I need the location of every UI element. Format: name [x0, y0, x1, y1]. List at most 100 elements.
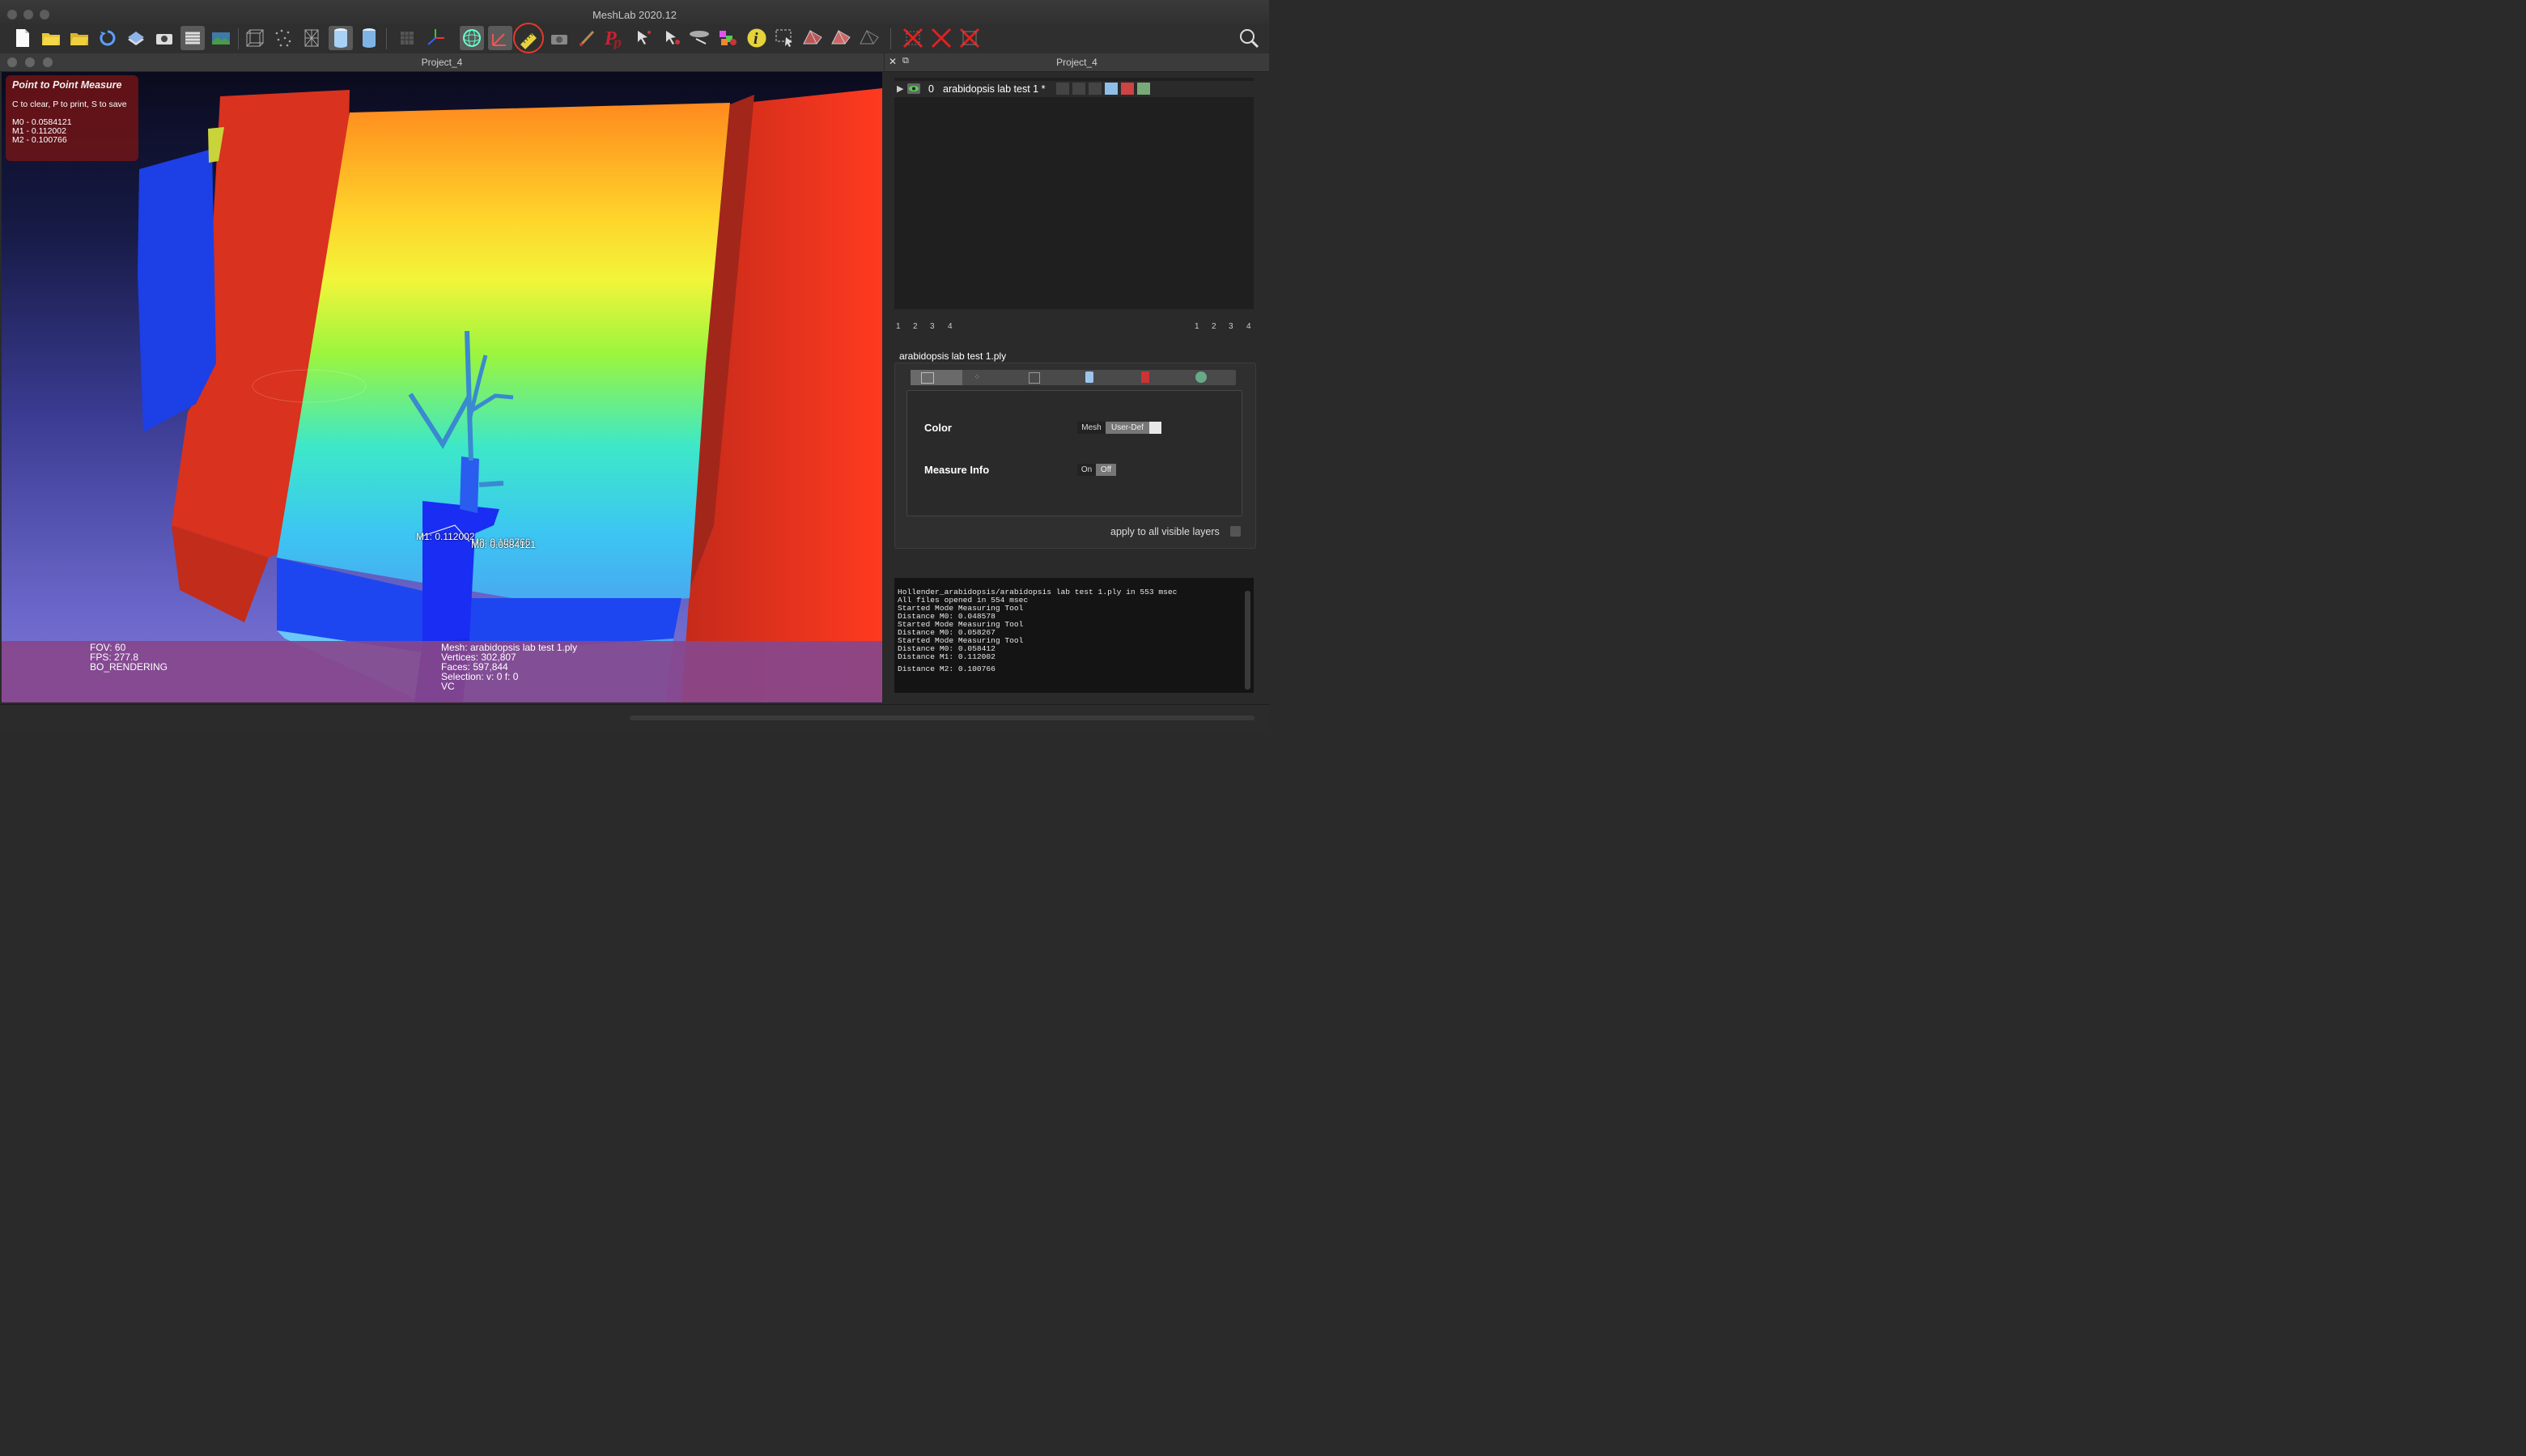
layer-name: arabidopsis lab test 1 * — [943, 83, 1046, 95]
paint-brush-icon[interactable] — [575, 26, 599, 50]
measure-panel-title: Point to Point Measure — [12, 79, 122, 91]
tab-bbox[interactable] — [911, 370, 962, 385]
measure-tool-panel: Point to Point Measure C to clear, P to … — [6, 75, 138, 161]
layer-points-icon[interactable] — [1072, 83, 1085, 95]
measure-tool-icon[interactable] — [513, 23, 544, 53]
horizontal-scrollbar[interactable] — [630, 715, 1255, 720]
selection-text: Selection: v: 0 f: 0 — [441, 671, 519, 682]
page-number-left[interactable]: 3 — [930, 322, 935, 331]
page-number-right[interactable]: 3 — [1229, 322, 1233, 331]
log-line: Distance M2: 0.100766 — [898, 664, 996, 673]
scene-label-m1: M1: 0.112002 — [416, 531, 475, 542]
smooth-shading-icon[interactable] — [329, 26, 353, 50]
render-mode-text: BO_RENDERING — [90, 661, 168, 673]
pick-points-icon[interactable]: Pp — [603, 26, 627, 50]
page-number-right[interactable]: 4 — [1246, 322, 1251, 331]
viewport-title-bar: Project_4 — [0, 53, 884, 72]
page-number-right[interactable]: 1 — [1195, 322, 1199, 331]
main-toolbar: Pp i — [0, 23, 1269, 54]
delete-faces-icon[interactable] — [929, 26, 953, 50]
select-connected-icon[interactable] — [660, 26, 684, 50]
status-bar — [0, 704, 1269, 732]
measure-info-label: Measure Info — [924, 464, 990, 476]
3d-viewport[interactable]: M1: 0.112002 M2: 0.100766 M0: 0.0584121 — [2, 72, 882, 702]
measure-panel-hint: C to clear, P to print, S to save — [12, 100, 127, 109]
new-document-icon[interactable] — [11, 26, 35, 50]
window-title-bar: MeshLab 2020.12 — [0, 0, 1269, 24]
raster-view-icon[interactable] — [209, 26, 233, 50]
color-userdef-option[interactable]: User-Def — [1106, 422, 1149, 434]
layer-fill-icon[interactable] — [1105, 83, 1118, 95]
lighting-icon[interactable] — [395, 26, 419, 50]
wire-icon[interactable] — [1029, 372, 1040, 384]
raster-camera-icon[interactable] — [547, 26, 571, 50]
select-none-icon[interactable] — [858, 26, 882, 50]
layer-wire-icon[interactable] — [1089, 83, 1102, 95]
layer-dialog-icon[interactable] — [180, 26, 205, 50]
color-label: Color — [924, 422, 952, 434]
app-title: MeshLab 2020.12 — [592, 9, 677, 21]
wireframe-icon[interactable] — [299, 26, 324, 50]
viewport-title: Project_4 — [421, 57, 463, 68]
log-scrollbar[interactable] — [1245, 591, 1250, 690]
texture-icon[interactable] — [1141, 371, 1149, 383]
align-tool-icon[interactable] — [688, 26, 712, 50]
reload-icon[interactable] — [96, 26, 120, 50]
select-faces-icon[interactable] — [801, 26, 826, 50]
page-number-left[interactable]: 2 — [913, 322, 918, 331]
open-mesh-icon[interactable] — [67, 26, 91, 50]
layer-index: 0 — [928, 83, 934, 95]
measure-line: M2 - 0.100766 — [12, 135, 67, 145]
points-render-icon[interactable] — [271, 26, 295, 50]
color-mesh-option[interactable]: Mesh — [1077, 422, 1106, 434]
log-console[interactable]: Hollender_arabidopsis/arabidopsis lab te… — [894, 578, 1254, 693]
expand-arrow-icon[interactable]: ▶ — [897, 83, 903, 94]
axis-icon[interactable] — [423, 26, 448, 50]
layer-panel-title: Project_4 — [1056, 57, 1097, 68]
render-info-overlay: FOV: 60 FPS: 277.8 BO_RENDERING Mesh: ar… — [2, 641, 882, 703]
rect-select-icon[interactable] — [773, 26, 797, 50]
select-vertices-icon[interactable] — [631, 26, 656, 50]
apply-all-checkbox[interactable] — [1230, 526, 1241, 537]
layer-bbox-icon[interactable] — [1056, 83, 1069, 95]
vc-text: VC — [441, 681, 455, 692]
log-line: Distance M1: 0.112002 — [898, 652, 996, 661]
placeholder-spacer — [717, 26, 741, 50]
layer-panel-title-bar: ✕ ⧉ Project_4 — [885, 53, 1269, 72]
delete-vertices-icon[interactable] — [901, 26, 925, 50]
page-number-right[interactable]: 2 — [1212, 322, 1216, 331]
layer-list: ▶ 0 arabidopsis lab test 1 * — [894, 78, 1254, 309]
search-icon[interactable] — [1237, 26, 1261, 50]
render-options-box — [906, 390, 1242, 516]
scene-label-m0: M0: 0.0584121 — [471, 539, 537, 550]
visibility-eye-icon[interactable] — [907, 83, 920, 94]
trackball-icon[interactable] — [460, 26, 484, 50]
page-number-left[interactable]: 4 — [948, 322, 953, 331]
fill-icon[interactable] — [1085, 371, 1093, 383]
mesh-file-name: arabidopsis lab test 1.ply — [899, 350, 1007, 362]
layer-measure-icon[interactable] — [1137, 83, 1150, 95]
measure-render-icon[interactable] — [1195, 371, 1207, 383]
apply-all-label: apply to all visible layers — [1110, 526, 1220, 537]
points-icon[interactable]: ⁘ — [974, 373, 980, 382]
layer-texture-icon[interactable] — [1121, 83, 1134, 95]
layer-row[interactable]: ▶ 0 arabidopsis lab test 1 * — [894, 81, 1254, 97]
manipulator-icon[interactable] — [488, 26, 512, 50]
measure-info-on[interactable]: On — [1077, 464, 1096, 476]
measure-info-off[interactable]: Off — [1096, 464, 1116, 476]
svg-text:i: i — [754, 30, 758, 48]
bbox-icon — [921, 372, 934, 384]
select-faces-2-icon[interactable] — [830, 26, 854, 50]
mesh-render — [138, 88, 882, 702]
svg-text:p: p — [612, 34, 622, 49]
info-icon[interactable]: i — [745, 26, 769, 50]
bounding-box-icon[interactable] — [243, 26, 267, 50]
flat-shading-icon[interactable] — [357, 26, 381, 50]
delete-faces-vertices-icon[interactable] — [957, 26, 982, 50]
import-raster-icon[interactable] — [124, 26, 148, 50]
color-swatch[interactable] — [1149, 422, 1161, 434]
snapshot-camera-icon[interactable] — [152, 26, 176, 50]
page-number-left[interactable]: 1 — [896, 322, 901, 331]
open-project-icon[interactable] — [39, 26, 63, 50]
render-mode-tabs: ⁘ — [911, 370, 1236, 385]
